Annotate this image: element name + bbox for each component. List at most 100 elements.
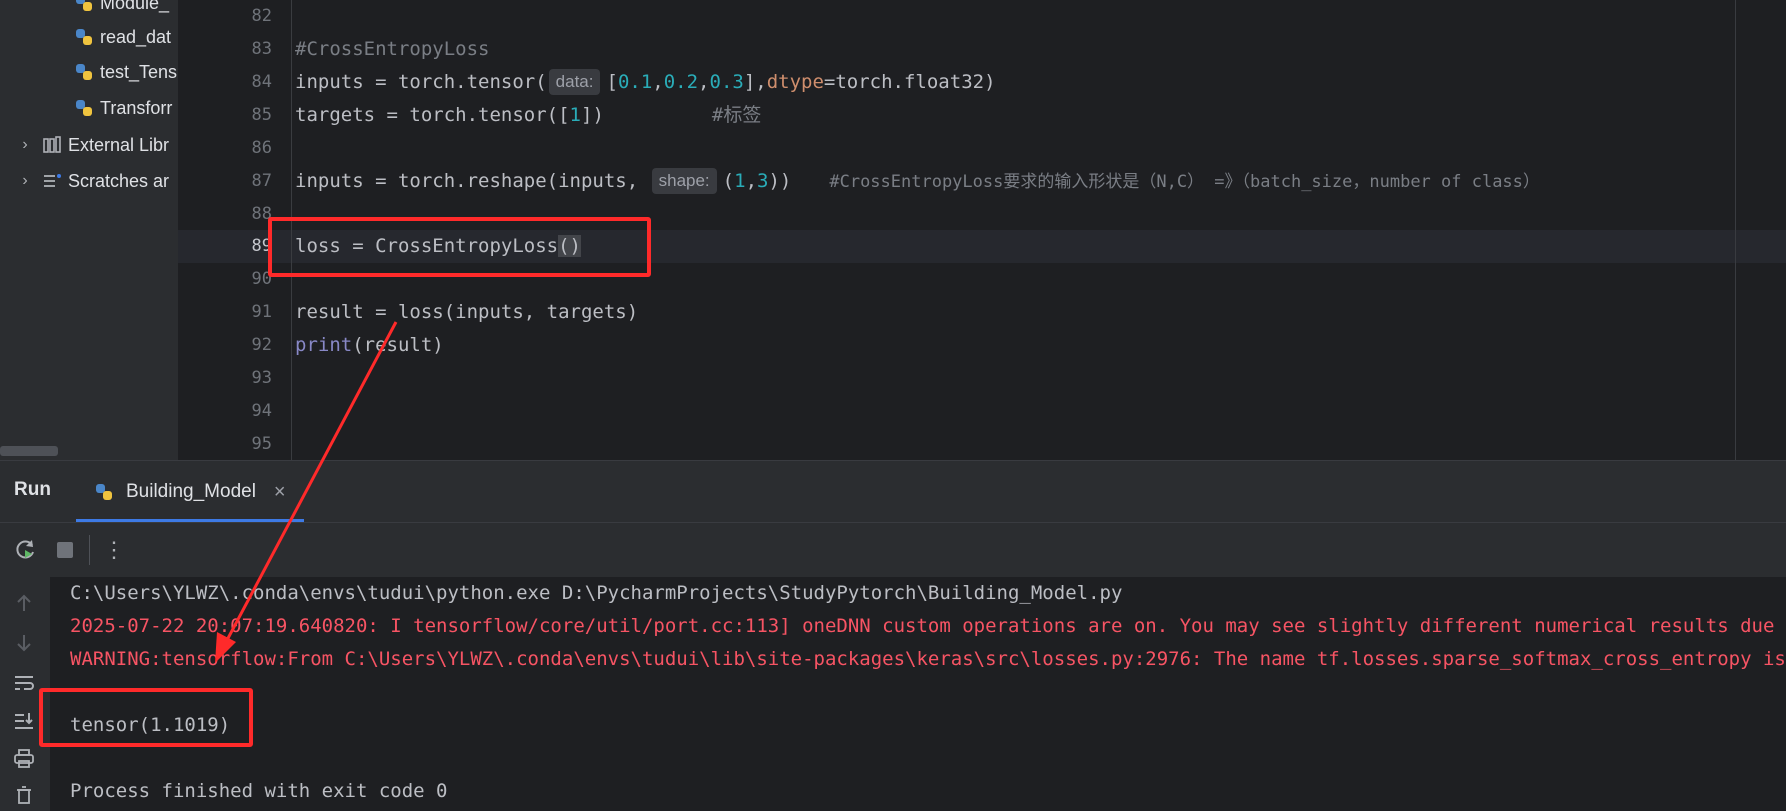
tree-item-label: Transforr [100,97,173,118]
run-toolbar: ⋮ [0,522,1786,578]
code-number: 3 [757,170,769,192]
code-line-84[interactable]: inputs = torch.tensor(data: [0.1,0.2,0.3]… [295,66,996,99]
clear-all-button[interactable] [10,781,38,809]
code-token: ]) [581,104,604,126]
line-number: 92 [251,335,272,355]
line-number: 89 [251,236,272,256]
code-line-87[interactable]: inputs = torch.reshape(inputs, shape: (1,… [295,165,1540,198]
code-token: )) [768,170,792,192]
more-options-button[interactable]: ⋮ [99,535,129,565]
code-keyword-arg: dtype [766,71,824,93]
soft-wrap-icon [15,676,34,690]
line-number: 88 [251,204,272,224]
code-comment: #CrossEntropyLoss [295,38,490,60]
run-panel-title: Run [14,479,51,500]
code-line-85[interactable]: targets = torch.tensor([1]) #标签 [295,99,761,132]
tree-item-scratches[interactable]: › Scratches ar [18,166,169,196]
tree-item-label: Module_ [100,0,170,13]
console-line-error: 2025-07-22 20:07:19.640820: I tensorflow… [70,615,1786,637]
chevron-right-icon[interactable]: › [18,136,32,154]
line-number: 93 [251,368,272,388]
python-file-icon [76,64,92,80]
code-token: , [745,170,758,192]
python-file-icon [76,0,92,11]
code-token: result = loss(inputs, targets) [295,301,639,323]
run-tool-window-header: Run Building_Model × [0,460,1786,523]
code-number: 1 [569,104,581,126]
horizontal-scrollbar[interactable] [0,446,58,456]
line-number: 91 [251,302,272,322]
project-panel: Module_ read_dat test_Tens Transforr › E… [0,0,178,460]
chevron-right-icon[interactable]: › [18,172,32,190]
tree-item-external-libraries[interactable]: › External Libr [18,130,169,160]
rerun-button[interactable] [10,535,40,565]
code-number: 0.2 [663,71,699,93]
code-line-92[interactable]: print(result) [295,329,444,362]
run-tab-building-model[interactable]: Building_Model × [76,461,304,523]
tree-item-read-data[interactable]: read_dat [74,22,171,52]
library-icon [43,136,61,153]
toolbar-separator [89,535,90,565]
line-number: 82 [251,6,272,26]
scroll-to-end-icon [15,713,33,729]
code-comment: #CrossEntropyLoss要求的输入形状是（N,C） =》（batch_… [829,172,1540,192]
line-number: 86 [251,138,272,158]
parameter-hint: shape: [651,168,717,194]
code-number: 0.3 [709,71,744,93]
scroll-up-button[interactable] [10,589,38,617]
code-token: (result) [352,334,444,356]
code-token: targets = torch.tensor([ [295,104,570,126]
code-comment: #标签 [711,104,762,126]
code-number: 1 [734,170,746,192]
code-token: ( [722,170,735,192]
code-token: ], [743,71,767,93]
print-icon [14,749,34,768]
code-token: =torch.float32) [823,71,996,93]
line-number: 90 [251,269,272,289]
code-builtin: print [295,334,353,356]
soft-wrap-button[interactable] [10,669,38,697]
rerun-icon [16,540,34,559]
code-line-91[interactable]: result = loss(inputs, targets) [295,296,638,329]
annotation-box-loss-line [268,217,651,277]
console-line: Process finished with exit code 0 [70,780,448,802]
close-icon[interactable]: × [274,481,286,504]
code-token: , [698,71,710,93]
code-token: , [652,71,664,93]
run-tab-label: Building_Model [126,481,256,502]
tree-item-label: read_dat [100,26,172,47]
tree-item-label: External Libr [68,134,170,155]
line-number: 84 [251,72,272,92]
tree-item-transforms[interactable]: Transforr [74,93,172,123]
code-token: [ [606,71,618,93]
code-number: 0.1 [617,71,653,93]
print-button[interactable] [10,745,38,773]
tree-item-module[interactable]: Module_ [74,0,169,18]
line-number: 87 [251,171,272,191]
tree-item-test-tensor[interactable]: test_Tens [74,57,177,87]
python-file-icon [96,484,112,500]
tree-item-label: test_Tens [100,61,178,82]
right-margin-guide [1735,0,1736,460]
scroll-to-end-button[interactable] [10,707,38,735]
code-line-83[interactable]: #CrossEntropyLoss [295,33,489,66]
line-number: 95 [251,434,272,454]
line-number: 83 [251,39,272,59]
scroll-down-button[interactable] [10,629,38,657]
line-number: 85 [251,105,272,125]
scratches-icon [44,174,61,187]
arrow-up-icon [17,594,31,611]
line-number: 94 [251,401,272,421]
console-line-error: WARNING:tensorflow:From C:\Users\YLWZ\.c… [70,648,1786,670]
arrow-down-icon [17,635,31,652]
python-file-icon [76,100,92,116]
code-token: inputs = torch.tensor( [295,71,547,93]
parameter-hint: data: [548,69,601,95]
code-token: inputs = torch.reshape(inputs, [295,170,650,192]
trash-icon [17,786,31,804]
console-output[interactable]: C:\Users\YLWZ\.conda\envs\tudui\python.e… [50,577,1786,811]
stop-button[interactable] [50,535,80,565]
tree-item-label: Scratches ar [68,170,170,191]
stop-icon [57,542,73,558]
annotation-box-result [39,688,253,747]
